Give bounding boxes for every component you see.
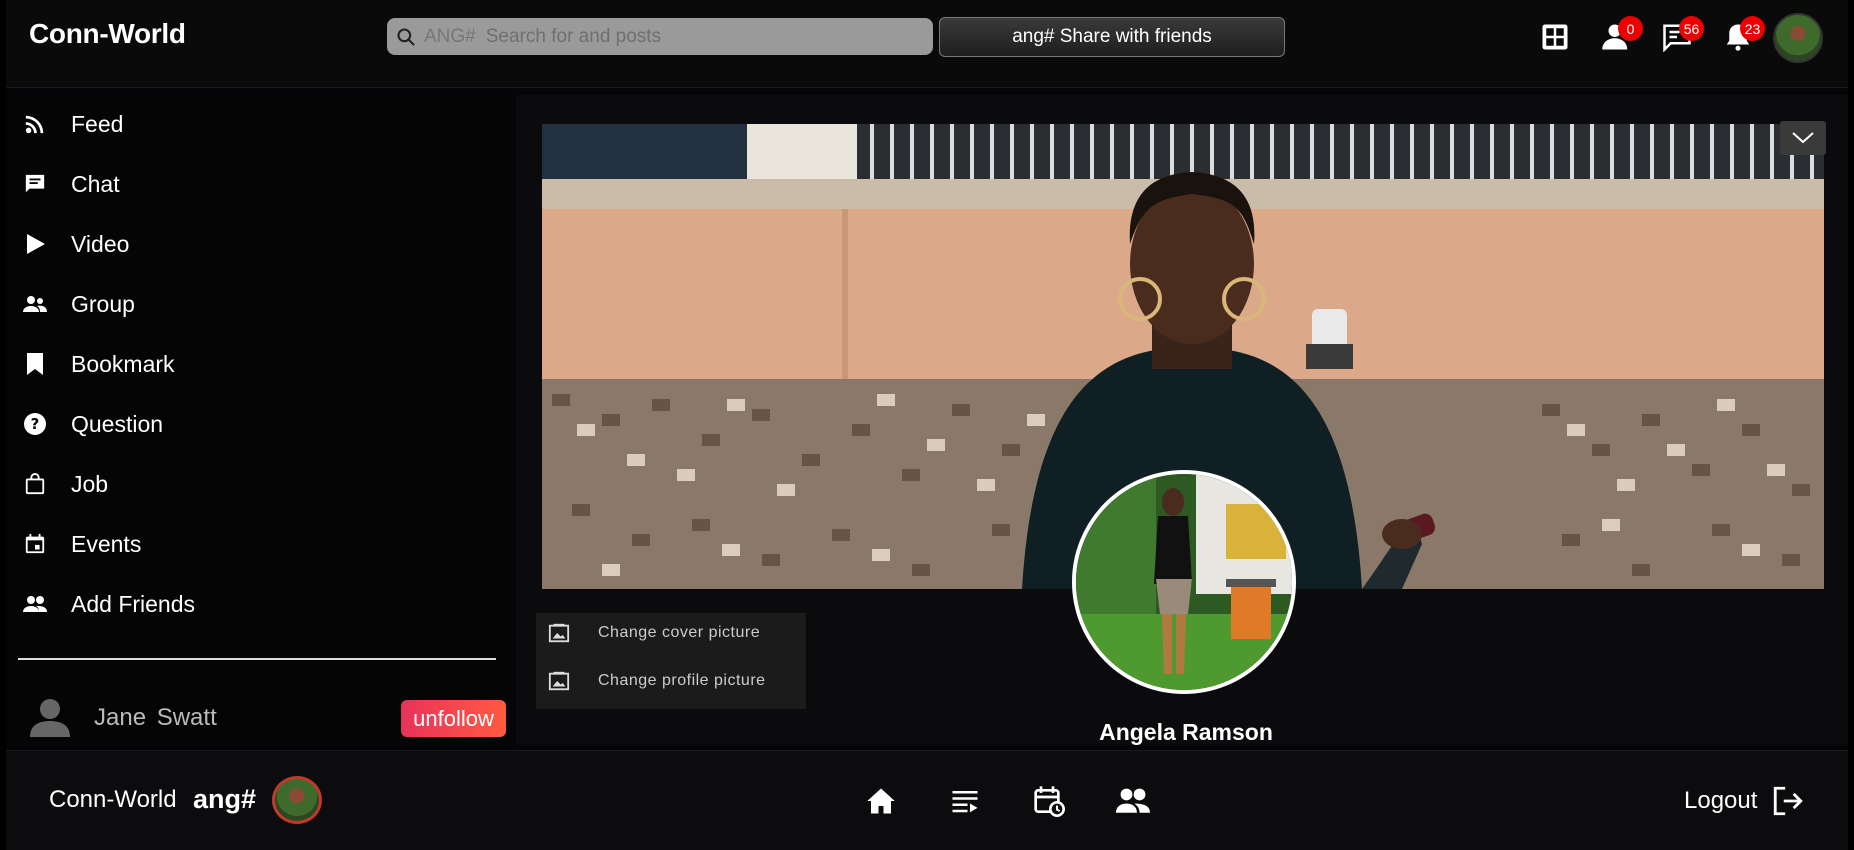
apps-grid-icon[interactable] [1538, 20, 1572, 54]
cover-options-button[interactable] [1780, 121, 1826, 155]
sidebar-item-label: Feed [71, 110, 124, 137]
sidebar-item-label: Add Friends [71, 590, 196, 617]
search-icon [397, 27, 415, 46]
footer-user-tag: ang# [193, 784, 257, 814]
brand-logo[interactable]: Conn-World [29, 18, 186, 50]
svg-text:?: ? [31, 415, 40, 433]
sidebar-item-events[interactable]: Events [16, 521, 496, 567]
sidebar-divider [18, 658, 496, 660]
footer-user-avatar[interactable] [272, 776, 322, 824]
unfollow-button[interactable]: unfollow [401, 700, 506, 737]
person-avatar-icon [30, 699, 70, 737]
sidebar-item-label: Job [71, 470, 109, 497]
app-frame: Conn-World ANG# ang# Share with friends … [6, 0, 1848, 850]
menu-item-label: Change cover picture [598, 624, 761, 641]
sidebar-item-label: Chat [71, 170, 120, 197]
sidebar-item-feed[interactable]: Feed [16, 101, 496, 147]
top-bar: Conn-World ANG# ang# Share with friends … [6, 0, 1848, 88]
sidebar-item-chat[interactable]: Chat [16, 161, 496, 207]
home-icon[interactable] [863, 783, 899, 819]
image-icon [548, 671, 570, 691]
user-avatar[interactable] [1773, 13, 1823, 63]
sidebar-item-add-friends[interactable]: Add Friends [16, 581, 496, 627]
change-cover-picture-option[interactable]: Change cover picture [536, 613, 806, 653]
friends-icon[interactable] [1115, 783, 1151, 819]
image-icon [548, 623, 570, 643]
sidebar-item-label: Events [71, 530, 142, 557]
notifications-badge: 23 [1740, 16, 1765, 41]
chat-icon [22, 171, 48, 197]
bag-icon [22, 471, 48, 497]
sidebar-item-label: Group [71, 290, 135, 317]
friend-requests-badge: 0 [1618, 16, 1643, 41]
profile-main: Change cover picture Change profile pict… [516, 95, 1848, 745]
event-history-icon[interactable] [1031, 783, 1067, 819]
sidebar-item-question[interactable]: ? Question [16, 401, 496, 447]
group-icon [22, 291, 48, 317]
chevron-down-icon [1792, 132, 1814, 144]
profile-name: Angela Ramson [1099, 719, 1273, 745]
sidebar-item-label: Bookmark [71, 350, 175, 377]
logout-icon [1774, 786, 1804, 816]
play-icon [22, 231, 48, 257]
search-bar[interactable]: ANG# [387, 18, 933, 55]
sidebar-item-label: Question [71, 410, 164, 437]
change-profile-picture-option[interactable]: Change profile picture [536, 661, 806, 701]
sidebar-item-job[interactable]: Job [16, 461, 496, 507]
sidebar-item-bookmark[interactable]: Bookmark [16, 341, 496, 387]
logout-button[interactable]: Logout [1684, 783, 1805, 819]
rss-feed-icon [22, 111, 48, 137]
profile-picture[interactable] [1072, 470, 1296, 694]
feed-list-icon[interactable] [947, 783, 983, 819]
footer-brand[interactable]: Conn-World [49, 786, 177, 814]
sidebar-item-label: Video [71, 230, 130, 257]
sidebar: Feed Chat Video Group Bookmark ? Questio… [6, 95, 506, 745]
search-tag: ANG# [424, 25, 476, 47]
bottom-bar: Conn-World ang# Logout [6, 750, 1848, 850]
menu-item-label: Change profile picture [598, 672, 766, 689]
profile-picture-menu: Change cover picture Change profile pict… [536, 613, 806, 709]
suggested-friend-row: Jane Swatt unfollow [18, 695, 506, 741]
people-icon [22, 591, 48, 617]
messages-icon[interactable]: 56 [1660, 16, 1704, 54]
logout-label: Logout [1684, 787, 1758, 814]
bookmark-icon [22, 351, 48, 377]
notifications-icon[interactable]: 23 [1721, 16, 1765, 54]
sidebar-item-group[interactable]: Group [16, 281, 496, 327]
question-icon: ? [22, 411, 48, 437]
calendar-icon [22, 531, 48, 557]
messages-badge: 56 [1679, 16, 1704, 41]
friend-name[interactable]: Jane Swatt [94, 704, 217, 732]
share-with-friends-button[interactable]: ang# Share with friends [939, 17, 1285, 57]
sidebar-item-video[interactable]: Video [16, 221, 496, 267]
search-input[interactable] [485, 25, 906, 48]
friend-requests-icon[interactable]: 0 [1599, 16, 1643, 54]
